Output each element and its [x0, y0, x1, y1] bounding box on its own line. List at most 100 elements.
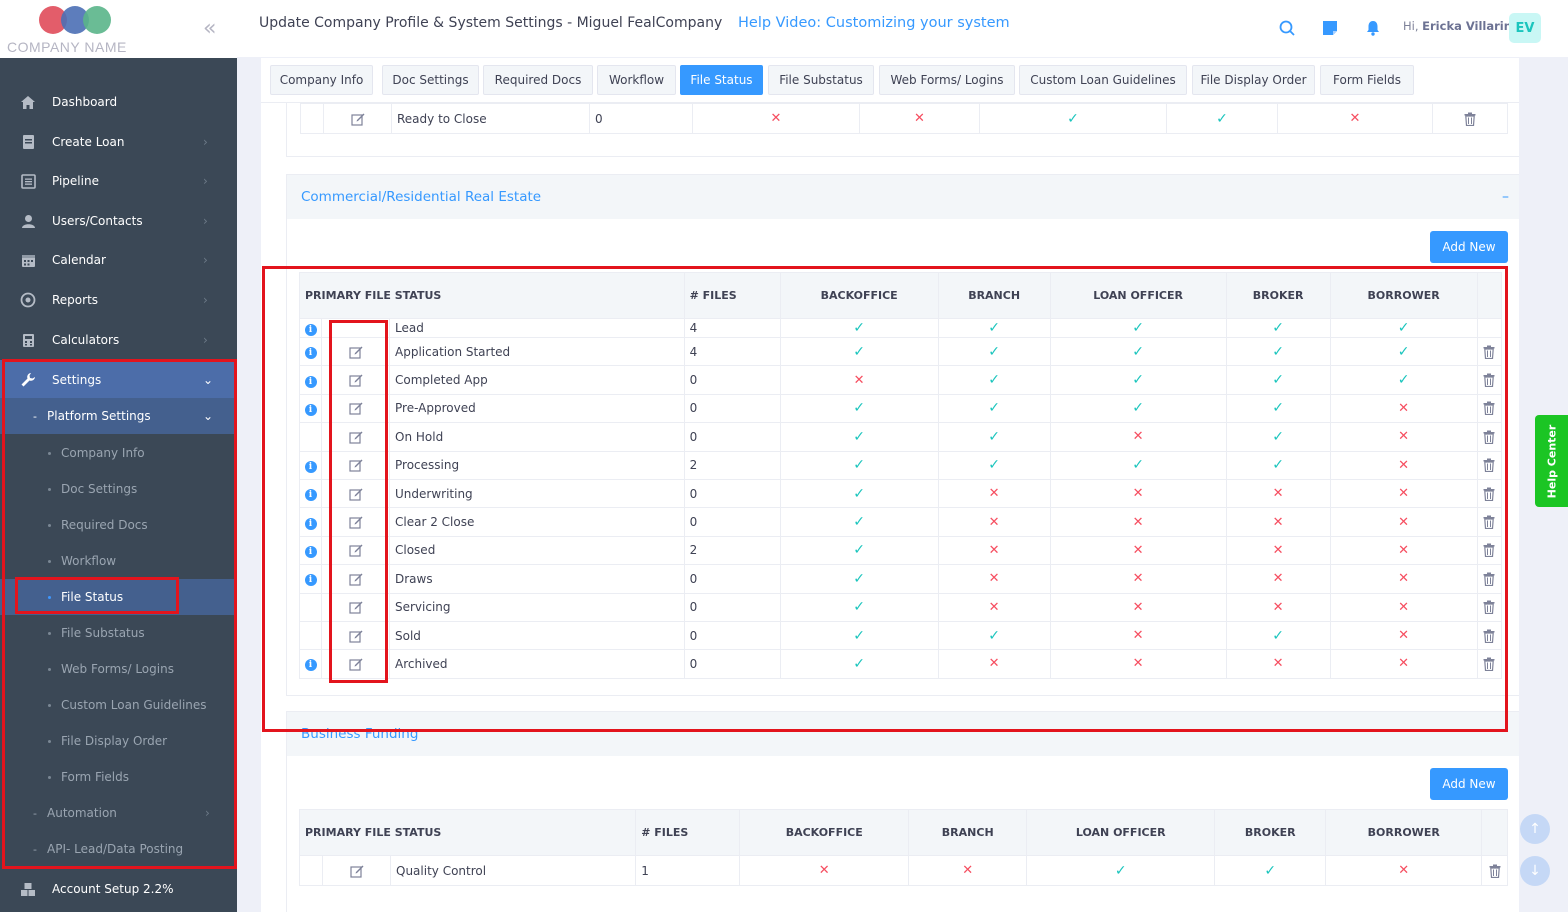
perm-borrower[interactable]: ✕ [1329, 535, 1478, 566]
trash-icon[interactable] [1485, 861, 1505, 881]
perm-loan-officer[interactable]: ✓ [1049, 365, 1227, 395]
sidebar-item-users-contacts[interactable]: Users/Contacts › [0, 201, 237, 241]
perm-backoffice[interactable]: ✓ [779, 592, 939, 622]
perm-loan-officer[interactable]: ✓ [1049, 393, 1227, 424]
user-greeting[interactable]: Hi, Ericka Villarin [1403, 19, 1512, 33]
sidebar-item-settings[interactable]: Settings ⌄ [0, 360, 237, 400]
perm-loan-officer[interactable]: ✓ [979, 103, 1167, 134]
info-icon[interactable]: i [304, 460, 317, 473]
perm-loan-officer[interactable]: ✕ [1049, 507, 1227, 537]
tab-form-fields[interactable]: Form Fields [1320, 65, 1414, 95]
edit-icon[interactable] [346, 427, 366, 447]
edit-icon[interactable] [346, 484, 366, 504]
perm-broker[interactable]: ✓ [1225, 422, 1331, 452]
perm-branch[interactable]: ✓ [937, 422, 1051, 452]
edit-icon[interactable] [346, 654, 366, 674]
perm-branch[interactable]: ✕ [937, 564, 1051, 594]
perm-backoffice[interactable]: ✓ [779, 620, 939, 651]
sub-item-company-info[interactable]: Company Info [0, 435, 237, 471]
perm-branch[interactable]: ✓ [937, 450, 1051, 480]
info-icon[interactable]: i [304, 574, 317, 587]
perm-backoffice[interactable]: ✓ [779, 649, 939, 679]
bell-icon[interactable] [1363, 18, 1383, 38]
edit-icon[interactable] [346, 370, 366, 390]
trash-icon[interactable] [1479, 512, 1499, 532]
perm-broker[interactable]: ✓ [1225, 620, 1331, 651]
perm-backoffice[interactable]: ✓ [779, 422, 939, 452]
sub-item-doc-settings[interactable]: Doc Settings [0, 471, 237, 507]
add-new-button[interactable]: Add New [1430, 768, 1508, 800]
tab-required-docs[interactable]: Required Docs [483, 65, 593, 95]
sidebar-item-account-setup[interactable]: Account Setup 2.2% [0, 869, 237, 909]
perm-borrower[interactable]: ✕ [1329, 450, 1478, 480]
perm-backoffice[interactable]: ✓ [779, 535, 939, 566]
sidebar-item-create-loan[interactable]: Create Loan › [0, 122, 237, 162]
perm-borrower[interactable]: ✕ [1329, 478, 1478, 509]
info-icon[interactable]: i [304, 375, 317, 388]
perm-loan-officer[interactable]: ✓ [1049, 336, 1227, 367]
add-new-button[interactable]: Add New [1430, 231, 1508, 263]
perm-borrower[interactable]: ✕ [1329, 620, 1478, 651]
perm-backoffice[interactable]: ✓ [779, 507, 939, 537]
trash-icon[interactable] [1479, 342, 1499, 362]
sub-item-workflow[interactable]: Workflow [0, 543, 237, 579]
trash-icon[interactable] [1479, 398, 1499, 418]
sub-item-file-display-order[interactable]: File Display Order [0, 723, 237, 759]
perm-backoffice[interactable]: ✓ [779, 564, 939, 594]
sidebar-item-dashboard[interactable]: Dashboard [0, 82, 237, 122]
perm-branch[interactable]: ✓ [937, 393, 1051, 424]
edit-icon[interactable] [346, 455, 366, 475]
trash-icon[interactable] [1479, 484, 1499, 504]
perm-borrower[interactable]: ✓ [1329, 318, 1478, 338]
perm-broker[interactable]: ✕ [1225, 649, 1331, 679]
perm-backoffice[interactable]: ✕ [779, 365, 939, 395]
tab-company-info[interactable]: Company Info [270, 65, 373, 95]
perm-backoffice[interactable]: ✕ [692, 103, 860, 134]
perm-backoffice[interactable]: ✓ [779, 336, 939, 367]
perm-broker[interactable]: ✓ [1225, 393, 1331, 424]
trash-icon[interactable] [1479, 626, 1499, 646]
perm-branch[interactable]: ✕ [937, 478, 1051, 509]
tab-web-forms-logins[interactable]: Web Forms/ Logins [879, 65, 1015, 95]
sticky-note-icon[interactable] [1320, 18, 1340, 38]
sidebar-item-calculators[interactable]: Calculators › [0, 320, 237, 360]
perm-broker[interactable]: ✓ [1166, 103, 1278, 134]
info-icon[interactable]: i [304, 489, 317, 502]
info-icon[interactable]: i [304, 323, 317, 336]
perm-broker[interactable]: ✕ [1225, 592, 1331, 622]
perm-branch[interactable]: ✓ [937, 336, 1051, 367]
perm-broker[interactable]: ✕ [1225, 564, 1331, 594]
trash-icon[interactable] [1479, 427, 1499, 447]
perm-loan-officer[interactable]: ✓ [1049, 450, 1227, 480]
edit-icon[interactable] [346, 512, 366, 532]
perm-backoffice[interactable]: ✓ [779, 318, 939, 338]
sub-item-form-fields[interactable]: Form Fields [0, 759, 237, 795]
perm-backoffice[interactable]: ✓ [779, 450, 939, 480]
info-icon[interactable]: i [304, 517, 317, 530]
sidebar-item-pipeline[interactable]: Pipeline › [0, 161, 237, 201]
tab-file-display-order[interactable]: File Display Order [1192, 65, 1315, 95]
help-center-tab[interactable]: Help Center [1535, 415, 1568, 507]
perm-broker[interactable]: ✓ [1225, 450, 1331, 480]
perm-branch[interactable]: ✕ [937, 535, 1051, 566]
trash-icon[interactable] [1479, 540, 1499, 560]
scroll-down-icon[interactable]: ↓ [1520, 856, 1550, 886]
sub-item-file-status[interactable]: File Status [0, 579, 237, 615]
perm-borrower[interactable]: ✓ [1329, 336, 1478, 367]
edit-icon[interactable] [348, 109, 368, 129]
info-icon[interactable]: i [304, 403, 317, 416]
perm-branch[interactable]: ✕ [908, 855, 1028, 886]
avatar[interactable]: EV [1509, 13, 1541, 43]
collapse-icon[interactable]: – [1502, 189, 1509, 205]
sidebar-item-api-posting[interactable]: - API- Lead/Data Posting [0, 831, 237, 867]
edit-icon[interactable] [346, 597, 366, 617]
tab-workflow[interactable]: Workflow [597, 65, 676, 95]
trash-icon[interactable] [1460, 109, 1480, 129]
perm-broker[interactable]: ✕ [1225, 507, 1331, 537]
edit-icon[interactable] [346, 398, 366, 418]
perm-loan-officer[interactable]: ✕ [1049, 535, 1227, 566]
search-icon[interactable] [1277, 18, 1297, 38]
scroll-up-icon[interactable]: ↑ [1520, 814, 1550, 844]
edit-icon[interactable] [346, 540, 366, 560]
bf-section-header[interactable]: Business Funding [287, 712, 1519, 756]
